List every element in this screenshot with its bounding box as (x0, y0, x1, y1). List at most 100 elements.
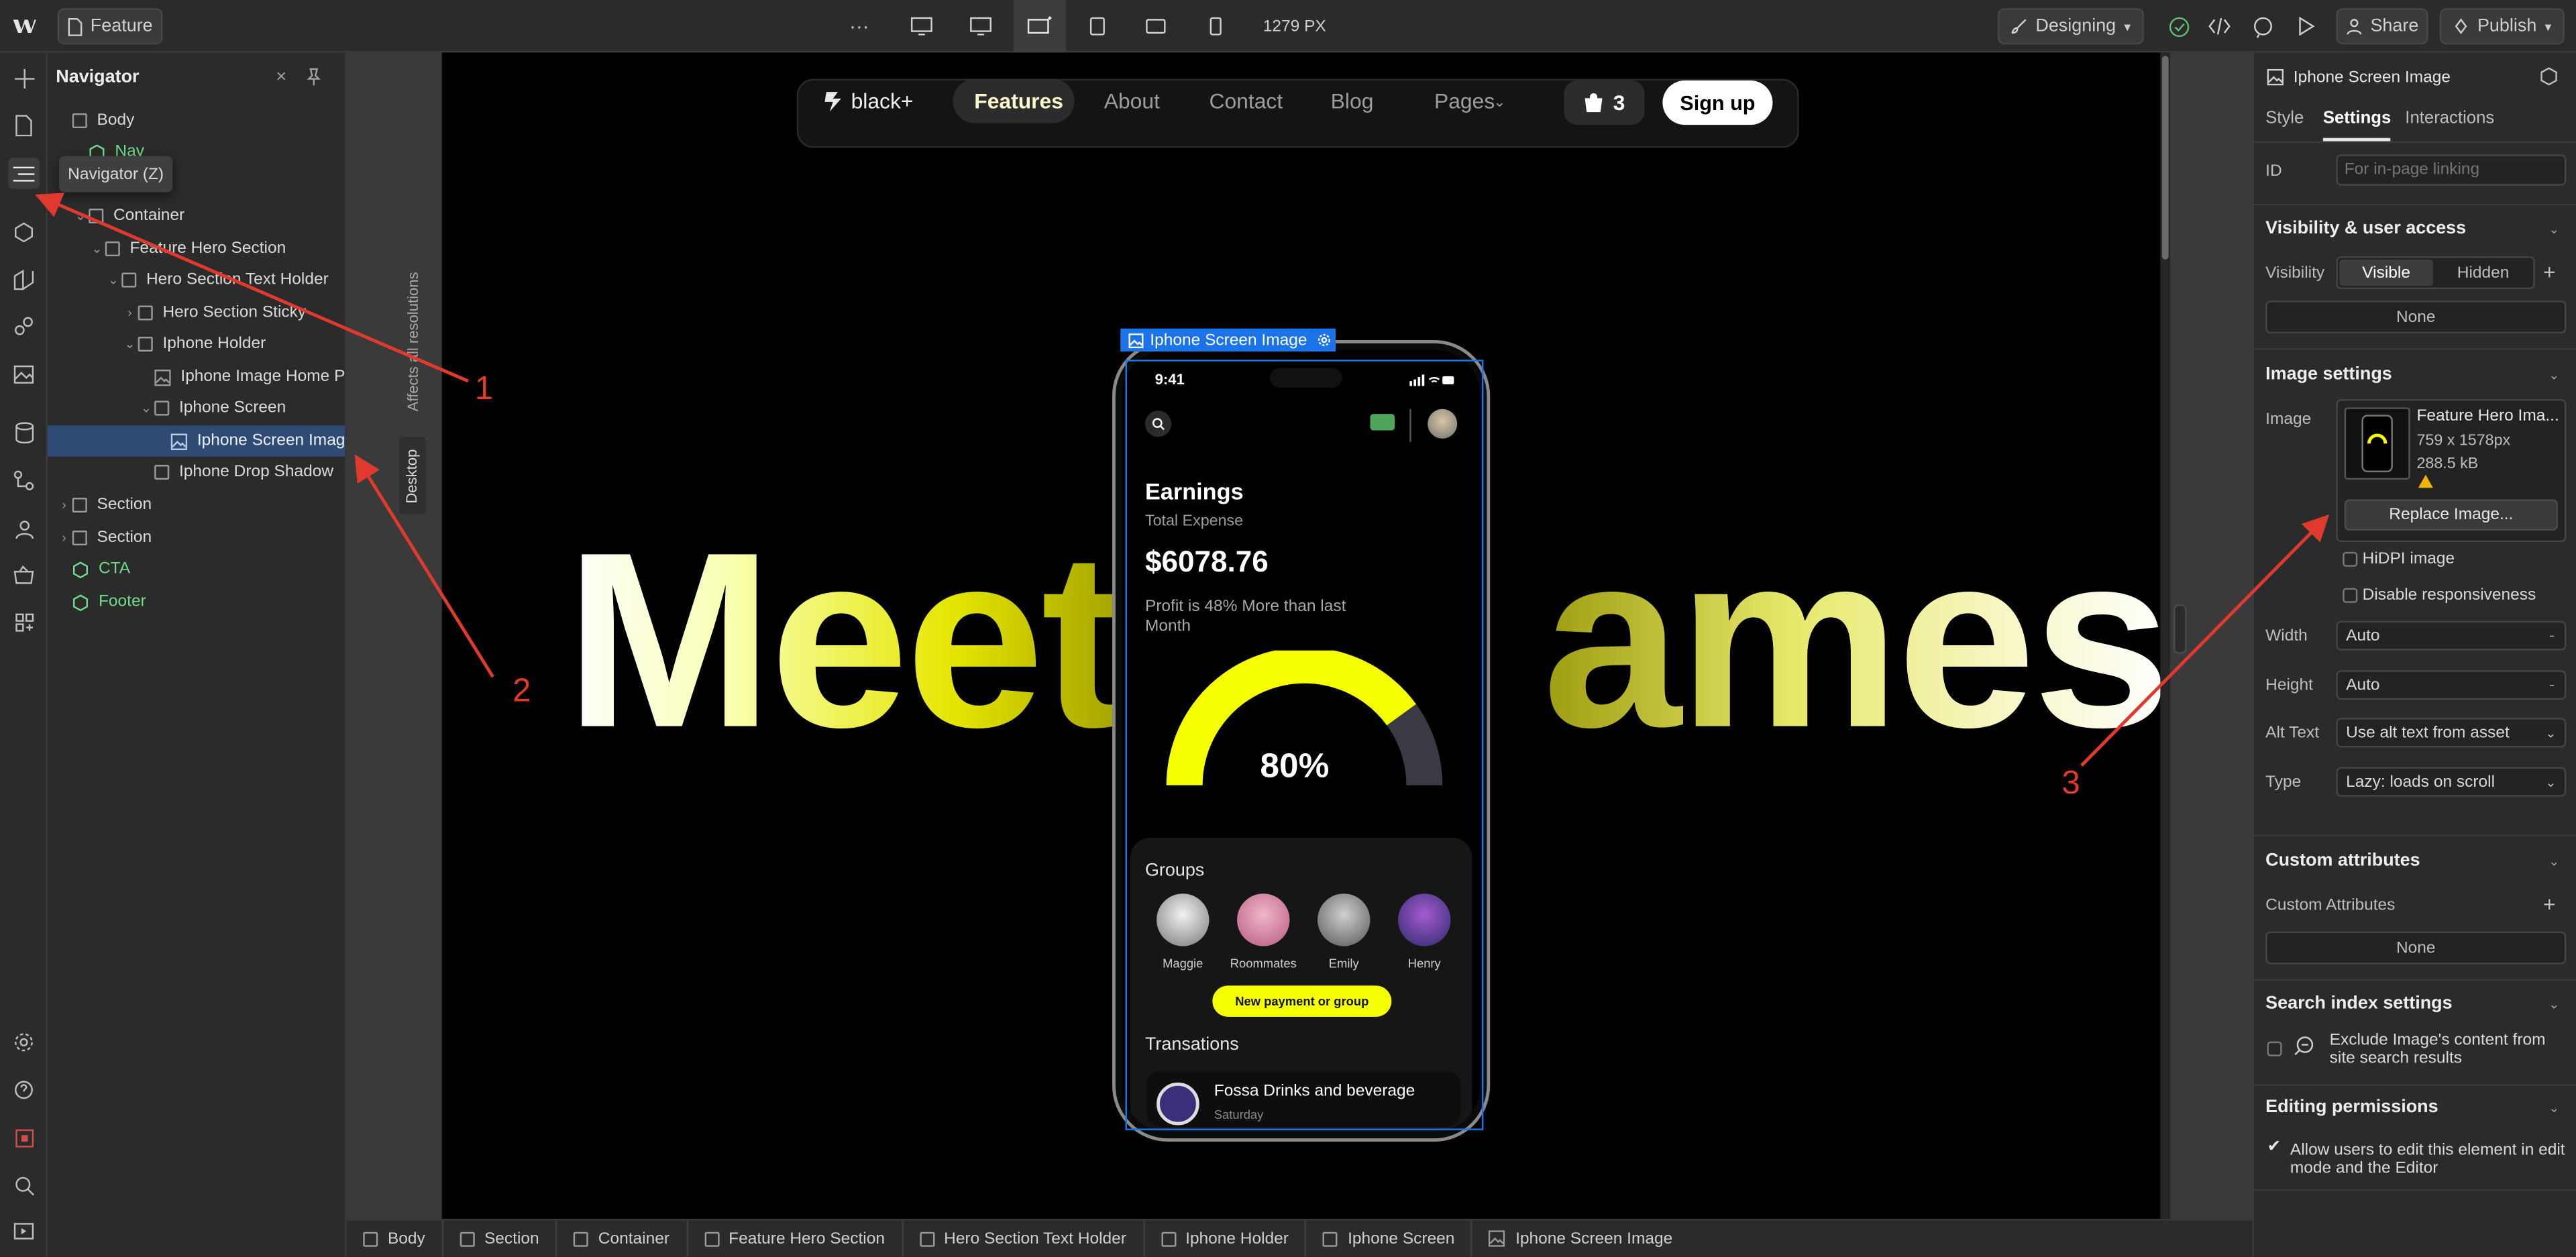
add-condition-icon[interactable]: + (2543, 260, 2556, 284)
collapse-all-icon[interactable]: × (276, 67, 286, 87)
libraries-icon[interactable] (8, 264, 40, 296)
alt-text-select[interactable]: Use alt text from asset ⌄ (2336, 718, 2567, 748)
tree-item-section[interactable]: › Section (48, 523, 345, 554)
cart-button[interactable]: 3 (1564, 80, 1645, 125)
editing-permissions-title[interactable]: Editing permissions (2265, 1097, 2438, 1117)
visibility-conditions-none[interactable]: None (2265, 300, 2567, 334)
canvas-width-readout[interactable]: 1279 PX (1255, 8, 1334, 44)
cms-icon[interactable] (8, 417, 40, 449)
tab-interactions[interactable]: Interactions (2405, 109, 2494, 128)
apps-icon[interactable] (8, 606, 40, 638)
settings-gear-icon[interactable] (8, 1027, 40, 1058)
loading-type-select[interactable]: Lazy: loads on scroll ⌄ (2336, 767, 2567, 797)
hidden-option[interactable]: Hidden (2434, 260, 2531, 286)
chevron-down-icon[interactable]: ⌄ (2548, 368, 2559, 383)
tree-item-section[interactable]: › Section (48, 490, 345, 521)
breadcrumb-item[interactable]: Container (557, 1219, 688, 1257)
site-brand[interactable]: black+ (823, 89, 914, 113)
page-selector-button[interactable]: Feature (57, 8, 163, 45)
components-icon[interactable] (8, 217, 40, 248)
image-settings-title[interactable]: Image settings (2265, 365, 2392, 384)
element-settings-gear-icon[interactable] (1312, 328, 1336, 352)
tree-item-iphone-holder[interactable]: ⌄ Iphone Holder (48, 329, 345, 360)
breakpoint-desktop-icon[interactable] (963, 8, 999, 44)
breadcrumb-item[interactable]: Iphone Holder (1144, 1219, 1307, 1257)
check-circle-icon[interactable] (2163, 8, 2193, 44)
breadcrumb-item[interactable]: Section (443, 1219, 557, 1257)
tab-settings[interactable]: Settings (2323, 109, 2391, 128)
id-input[interactable] (2336, 154, 2567, 186)
nav-link-features[interactable]: Features (974, 89, 1063, 113)
breakpoint-desktop-large-icon[interactable] (904, 8, 940, 44)
search-icon[interactable] (8, 1170, 40, 1201)
logic-icon[interactable] (8, 465, 40, 496)
mode-selector[interactable]: Designing ▾ (1997, 8, 2144, 45)
nav-link-pages[interactable]: Pages (1434, 89, 1495, 113)
breadcrumb-item[interactable]: Feature Hero Section (688, 1219, 903, 1257)
signup-button[interactable]: Sign up (1662, 80, 1773, 125)
tree-item-iphone-screen[interactable]: ⌄ Iphone Screen (48, 392, 345, 424)
add-attribute-icon[interactable]: + (2543, 892, 2556, 917)
tree-item-iphone-image-home[interactable]: Iphone Image Home Pa (48, 362, 345, 393)
navigator-icon[interactable] (8, 158, 40, 189)
tree-item-hero-section-sticky[interactable]: › Hero Section Sticky (48, 297, 345, 329)
disable-responsiveness-checkbox[interactable] (2343, 588, 2358, 603)
tree-item-feature-hero-section[interactable]: ⌄ Feature Hero Section (48, 233, 345, 265)
search-index-title[interactable]: Search index settings (2265, 994, 2452, 1014)
scrollbar-thumb[interactable] (2161, 56, 2169, 260)
desktop-breakpoint-tab[interactable]: Desktop (399, 437, 426, 514)
audit-icon[interactable] (8, 1122, 40, 1154)
breadcrumb-item[interactable]: Body (347, 1219, 443, 1257)
chevron-down-icon[interactable]: ⌄ (2548, 997, 2559, 1012)
users-icon[interactable] (8, 512, 40, 544)
assets-icon[interactable] (8, 358, 40, 390)
tab-style[interactable]: Style (2265, 109, 2304, 128)
chevron-down-icon[interactable]: ⌄ (2548, 854, 2559, 869)
pages-icon[interactable] (8, 110, 40, 142)
tree-item-container[interactable]: ⌄ Container (48, 201, 345, 232)
tree-item-hero-section-text-holder[interactable]: ⌄ Hero Section Text Holder (48, 264, 345, 296)
tree-item-body[interactable]: Body (48, 105, 345, 137)
warning-icon[interactable] (2418, 474, 2433, 488)
video-tutorials-icon[interactable] (8, 1215, 40, 1247)
comments-icon[interactable] (2247, 8, 2277, 44)
canvas-resize-handle[interactable] (2174, 604, 2187, 654)
chevron-down-icon[interactable]: ⌄ (2548, 1101, 2559, 1115)
share-button[interactable]: Share (2336, 8, 2428, 45)
webflow-logo-icon[interactable] (10, 8, 40, 44)
component-cube-icon[interactable] (2540, 67, 2558, 86)
exclude-search-checkbox[interactable] (2267, 1041, 2282, 1056)
nav-link-blog[interactable]: Blog (1331, 89, 1374, 113)
width-input[interactable]: Auto - (2336, 620, 2567, 651)
tree-item-cta[interactable]: CTA (48, 553, 345, 585)
visible-option[interactable]: Visible (2339, 259, 2433, 286)
more-options-button[interactable]: ··· (841, 8, 877, 44)
breakpoint-phone-icon[interactable] (1197, 8, 1234, 44)
variables-icon[interactable] (8, 311, 40, 342)
publish-button[interactable]: Publish ▾ (2439, 8, 2565, 45)
breakpoint-base-icon[interactable] (1014, 0, 1067, 53)
image-thumbnail[interactable] (2344, 407, 2410, 480)
code-icon[interactable] (2205, 8, 2235, 44)
checkmark-icon[interactable]: ✔ (2267, 1138, 2282, 1156)
tree-item-iphone-drop-shadow[interactable]: Iphone Drop Shadow (48, 457, 345, 488)
preview-play-icon[interactable] (2290, 8, 2320, 44)
help-icon[interactable] (8, 1075, 40, 1106)
add-panel-icon[interactable] (8, 62, 40, 94)
replace-image-button[interactable]: Replace Image... (2344, 499, 2559, 531)
website-canvas[interactable]: Meet ames black+ Features About Contact … (441, 52, 2161, 1219)
nav-link-contact[interactable]: Contact (1209, 89, 1283, 113)
breadcrumb-item-current[interactable]: Iphone Screen Image (1472, 1219, 1688, 1256)
breakpoint-landscape-icon[interactable] (1137, 8, 1173, 44)
breakpoint-tablet-icon[interactable] (1079, 8, 1116, 44)
tree-item-iphone-screen-image[interactable]: Iphone Screen Image (48, 425, 345, 457)
height-input[interactable]: Auto - (2336, 670, 2567, 700)
pin-icon[interactable] (306, 67, 322, 86)
ecommerce-icon[interactable] (8, 559, 40, 590)
custom-attributes-title[interactable]: Custom attributes (2265, 851, 2420, 871)
breadcrumb-item[interactable]: Hero Section Text Holder (903, 1219, 1144, 1257)
chevron-down-icon[interactable]: ⌄ (2548, 222, 2559, 237)
breadcrumb-item[interactable]: Iphone Screen (1307, 1219, 1473, 1257)
tree-item-footer[interactable]: Footer (48, 586, 345, 618)
visibility-section-title[interactable]: Visibility & user access (2265, 219, 2466, 238)
